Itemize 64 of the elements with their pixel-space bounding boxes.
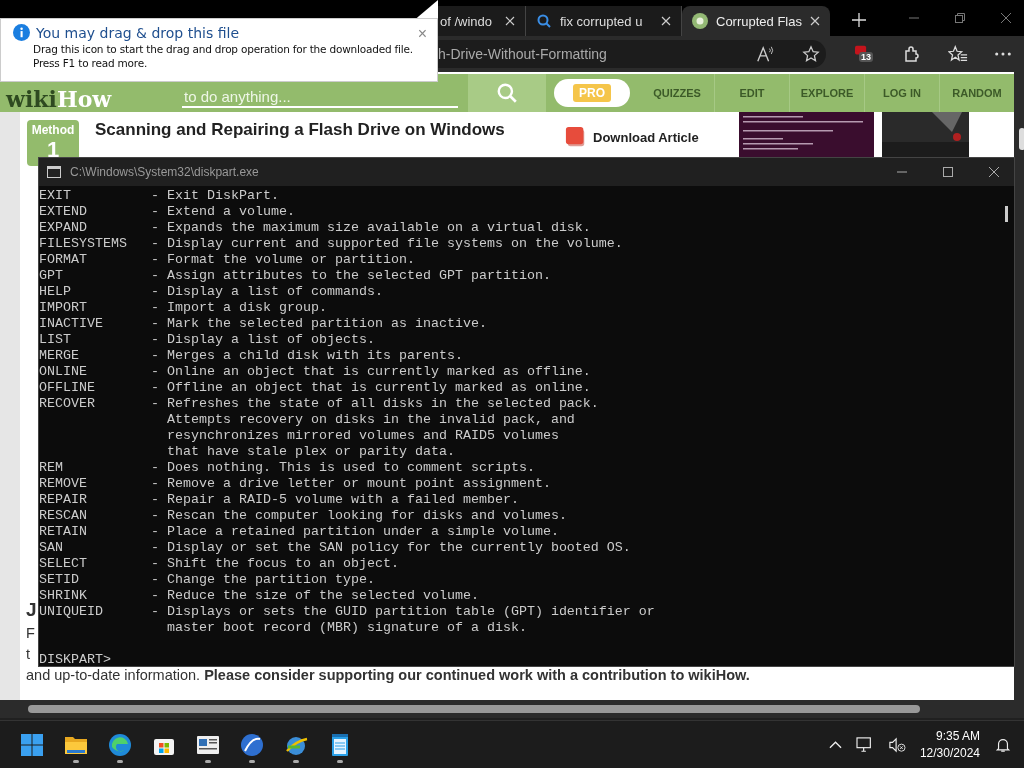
section-heading: J	[26, 598, 37, 622]
command-name: REPAIR	[39, 492, 88, 508]
command-description: - Format the volume or partition.	[150, 252, 415, 268]
command-name: EXIT	[39, 188, 72, 204]
command-description: Attempts recovery on disks in the invalid pack, and	[165, 412, 576, 428]
command-description: - Assign attributes to the selected GPT partition.	[150, 268, 551, 284]
command-description: - Change the partition type.	[150, 572, 375, 588]
command-name: SHRINK	[39, 588, 88, 604]
command-name: FORMAT	[39, 252, 88, 268]
extension-badge: 13	[859, 52, 873, 62]
command-name: RECOVER	[39, 396, 96, 412]
command-description: - Does nothing. This is used to comment scripts.	[150, 460, 535, 476]
command-description: - Rescan the computer looking for disks and volumes.	[150, 508, 567, 524]
command-description: - Import a disk group.	[150, 300, 327, 316]
command-name: REM	[39, 460, 64, 476]
command-description: - Remove a drive letter or mount point assignment.	[150, 476, 551, 492]
command-name: MERGE	[39, 348, 80, 364]
command-name: FILESYSTEMS	[39, 236, 128, 252]
command-description: - Mark the selected partition as inactive.	[150, 316, 487, 332]
paragraph-text: F	[26, 624, 35, 643]
command-description: - Offline an object that is currently marked as online.	[150, 380, 591, 396]
popup-message: Drag this icon to start the drag and drop operation for the downloaded file. Press F1 to read more.	[33, 42, 414, 70]
paragraph-text: and up-to-date information. Please consider supporting our continued work with a contribution to wikiHow.	[26, 666, 750, 685]
command-description: - Display or set the SAN policy for the currently booted OS.	[150, 540, 631, 556]
command-description: - Display current and supported file systems on the volume.	[150, 236, 623, 252]
popup-title: You may drag & drop this file	[36, 24, 239, 41]
command-name: SETID	[39, 572, 80, 588]
command-description: - Repair a RAID-5 volume with a failed member.	[150, 492, 519, 508]
command-name: EXTEND	[39, 204, 88, 220]
command-name: ONLINE	[39, 364, 88, 380]
command-name: UNIQUEID	[39, 604, 104, 620]
command-description: - Displays or sets the GUID partition table (GPT) identifier or	[150, 604, 655, 620]
command-name: INACTIVE	[39, 316, 104, 332]
command-description: - Refreshes the state of all disks in the selected pack.	[150, 396, 599, 412]
command-name: EXPAND	[39, 220, 88, 236]
command-name: RETAIN	[39, 524, 88, 540]
command-name: LIST	[39, 332, 72, 348]
date-text: 12/30/2024	[919, 744, 980, 762]
command-name: GPT	[39, 268, 64, 284]
section-title: Scanning and Repairing a Flash Drive on Windows	[95, 119, 506, 141]
command-name: REMOVE	[39, 476, 88, 492]
paragraph-text: t	[26, 645, 31, 664]
command-description: - Online an object that is currently marked as offline.	[150, 364, 591, 380]
time-text: 9:35 AM	[935, 727, 980, 745]
command-name: OFFLINE	[39, 380, 96, 396]
window-title: C:\Windows\System32\diskpart.exe	[70, 165, 260, 179]
command-description: master boot record (MBR) signature of a disk.	[165, 620, 528, 636]
command-description: - Exit DiskPart.	[150, 188, 279, 204]
command-description: - Merges a child disk with its parents.	[150, 348, 463, 364]
command-description: that have stale plex or parity data.	[165, 444, 456, 460]
command-description: - Expands the maximum size available on a virtual disk.	[150, 220, 591, 236]
command-name: IMPORT	[39, 300, 88, 316]
command-description: - Display a list of objects.	[150, 332, 375, 348]
command-name: SAN	[39, 540, 64, 556]
command-description: resynchronizes mirrored volumes and RAID5 volumes	[165, 428, 560, 444]
command-description: - Place a retained partition under a simple volume.	[150, 524, 559, 540]
command-name: SELECT	[39, 556, 88, 572]
command-description: - Reduce the size of the selected volume.	[150, 588, 479, 604]
command-description: - Shift the focus to an object.	[150, 556, 399, 572]
pro-badge: PRO	[573, 84, 611, 102]
command-name: RESCAN	[39, 508, 88, 524]
command-name: HELP	[39, 284, 72, 300]
command-description: - Extend a volume.	[150, 204, 295, 220]
command-description: - Display a list of commands.	[150, 284, 383, 300]
